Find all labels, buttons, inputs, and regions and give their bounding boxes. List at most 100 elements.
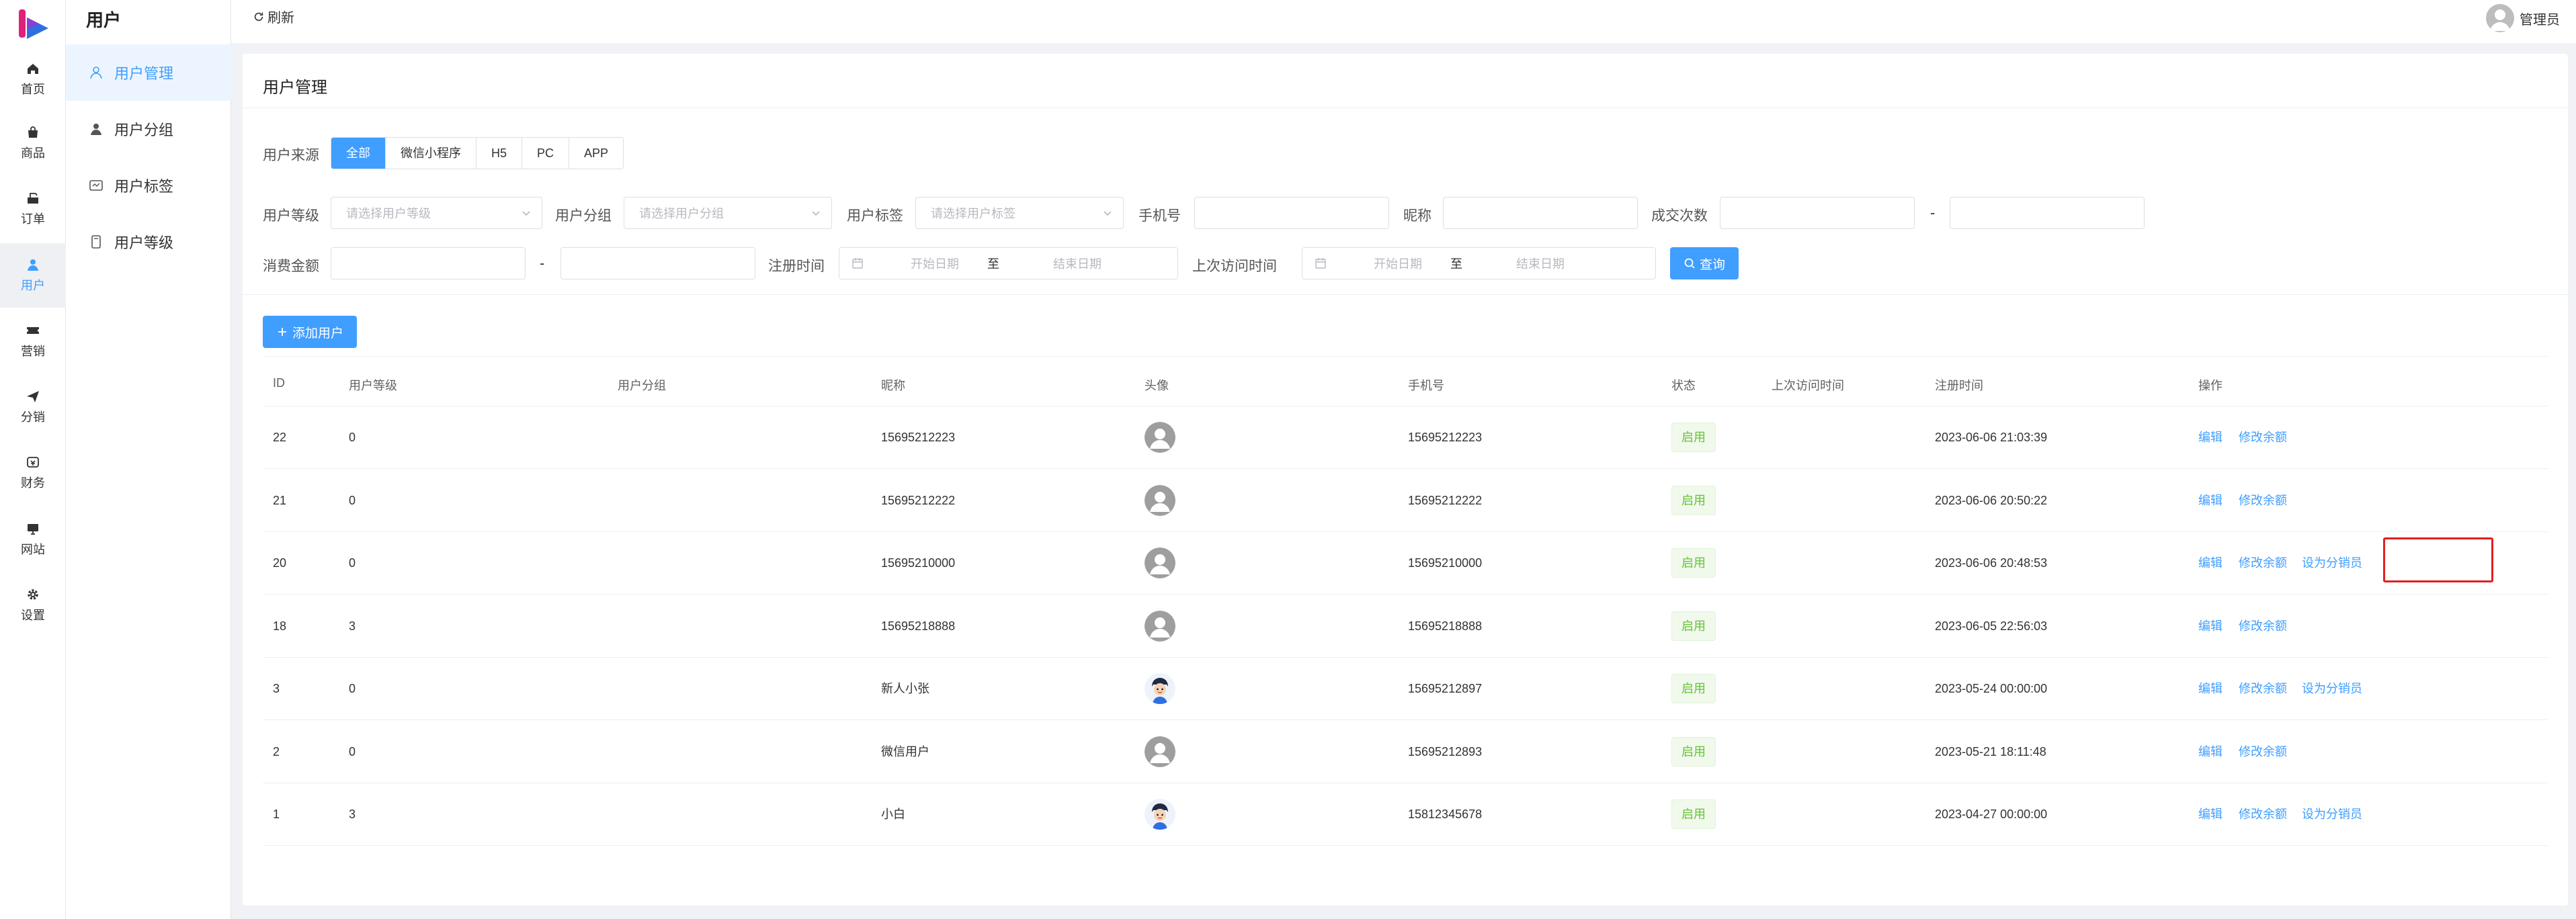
gear-icon — [28, 589, 38, 600]
range-dash: - — [1930, 204, 1936, 221]
spend-min-input[interactable] — [331, 247, 526, 279]
avatar — [1145, 484, 1175, 516]
edit-balance-link[interactable]: 修改余额 — [2239, 721, 2287, 783]
last-visit-label: 上次访问时间 — [1192, 259, 1277, 274]
tag-select[interactable]: 请选择用户标签 — [915, 197, 1124, 229]
add-user-button[interactable]: 添加用户 — [263, 316, 358, 348]
nickname-input[interactable] — [1443, 197, 1638, 229]
group-select[interactable]: 请选择用户分组 — [624, 197, 832, 229]
phone-label: 手机号 — [1138, 208, 1181, 224]
start-date-placeholder: 开始日期 — [1374, 257, 1422, 271]
finance-icon — [27, 457, 39, 468]
status-badge: 启用 — [1671, 674, 1716, 703]
cell-level: 3 — [349, 807, 356, 821]
rail-item-5[interactable]: 分销 — [0, 375, 66, 439]
source-label: 用户来源 — [263, 148, 319, 163]
set-distributor-link[interactable]: 设为分销员 — [2302, 532, 2362, 595]
cell-nickname: 15695218888 — [881, 619, 956, 633]
admin-menu[interactable]: 管理员 — [2486, 4, 2560, 32]
subnav-item-0[interactable]: 用户管理 — [66, 44, 231, 101]
deals-max-input[interactable] — [1950, 197, 2145, 229]
avatar — [1145, 610, 1175, 642]
set-distributor-link[interactable]: 设为分销员 — [2302, 658, 2362, 720]
highlight-box — [2383, 537, 2493, 582]
edit-balance-link[interactable]: 修改余额 — [2239, 783, 2287, 846]
rail-item-2[interactable]: 订单 — [0, 177, 66, 241]
divider — [243, 107, 2568, 108]
tag-label: 用户标签 — [847, 208, 903, 224]
column-header: 昵称 — [881, 379, 905, 392]
edit-balance-link[interactable]: 修改余额 — [2239, 532, 2287, 595]
ticket-icon — [27, 327, 39, 334]
edit-balance-link[interactable]: 修改余额 — [2239, 595, 2287, 658]
edit-balance-link[interactable]: 修改余额 — [2239, 658, 2287, 720]
edit-balance-link[interactable]: 修改余额 — [2239, 406, 2287, 469]
edit-link[interactable]: 编辑 — [2198, 532, 2222, 595]
cell-id: 1 — [273, 807, 280, 821]
rail-item-8[interactable]: 设置 — [0, 573, 66, 638]
column-header: 头像 — [1145, 379, 1169, 392]
subnav-item-label: 用户标签 — [114, 178, 174, 195]
rail-item-3[interactable]: 用户 — [0, 243, 66, 308]
last-visit-range[interactable]: 开始日期 至 结束日期 — [1302, 247, 1656, 279]
cell-nickname: 15695212222 — [881, 493, 956, 507]
edit-link[interactable]: 编辑 — [2198, 721, 2222, 783]
column-header: 状态 — [1671, 379, 1696, 392]
status-badge: 启用 — [1671, 611, 1716, 641]
home-icon — [28, 64, 38, 74]
cell-phone: 15695212223 — [1408, 431, 1483, 444]
send-icon — [27, 391, 39, 402]
rail-item-6[interactable]: 财务 — [0, 441, 66, 505]
subnav-item-2[interactable]: 用户标签 — [66, 157, 231, 214]
level-label: 用户等级 — [263, 208, 319, 224]
search-icon — [1684, 258, 1695, 269]
cell-reg-time: 2023-04-27 00:00:00 — [1935, 807, 2048, 821]
reg-time-range[interactable]: 开始日期 至 结束日期 — [839, 247, 1178, 279]
edit-link[interactable]: 编辑 — [2198, 406, 2222, 469]
rail-item-1[interactable]: 商品 — [0, 111, 66, 175]
start-date-placeholder: 开始日期 — [911, 257, 959, 271]
cell-level: 3 — [349, 619, 356, 633]
source-option[interactable]: 全部 — [331, 138, 386, 169]
subnav-item-3[interactable]: 用户等级 — [66, 214, 231, 270]
cell-reg-time: 2023-06-06 21:03:39 — [1935, 431, 2048, 444]
edit-link[interactable]: 编辑 — [2198, 595, 2222, 658]
spend-label: 消费金额 — [263, 259, 319, 274]
spend-max-input[interactable] — [560, 247, 755, 279]
cell-nickname: 15695212223 — [881, 431, 956, 444]
level-select[interactable]: 请选择用户等级 — [331, 197, 542, 229]
edit-link[interactable]: 编辑 — [2198, 783, 2222, 846]
source-option[interactable]: 微信小程序 — [386, 138, 476, 169]
range-dash: - — [540, 255, 545, 271]
range-separator: 至 — [1450, 257, 1462, 271]
plus-icon — [278, 328, 286, 336]
topbar: 刷新 管理员 — [231, 0, 2576, 43]
query-button[interactable]: 查询 — [1670, 247, 1739, 279]
set-distributor-link[interactable]: 设为分销员 — [2302, 783, 2362, 846]
status-badge: 启用 — [1671, 548, 1716, 578]
divider — [243, 294, 2568, 295]
tag-icon — [89, 180, 103, 191]
table-row: 3 0 新人小张 15695212897 启用 2023-05-24 00:00:00 编辑… — [263, 658, 2548, 720]
rail-item-4[interactable]: 营销 — [0, 309, 66, 374]
cell-reg-time: 2023-06-06 20:50:22 — [1935, 493, 2048, 507]
cell-id: 20 — [273, 556, 287, 570]
subnav-item-1[interactable]: 用户分组 — [66, 101, 231, 157]
source-option[interactable]: H5 — [476, 138, 523, 169]
edit-balance-link[interactable]: 修改余额 — [2239, 470, 2287, 532]
bag-icon — [28, 126, 38, 138]
source-option[interactable]: APP — [569, 138, 624, 169]
cell-phone: 15812345678 — [1408, 807, 1483, 821]
deals-min-input[interactable] — [1720, 197, 1915, 229]
edit-link[interactable]: 编辑 — [2198, 658, 2222, 720]
table-row: 20 0 15695210000 15695210000 启用 2023-06-06 20… — [263, 532, 2548, 595]
cell-level: 0 — [349, 493, 356, 507]
edit-link[interactable]: 编辑 — [2198, 470, 2222, 532]
column-header: 用户等级 — [349, 379, 397, 392]
refresh-button[interactable]: 刷新 — [253, 7, 294, 26]
phone-input[interactable] — [1194, 197, 1389, 229]
rail-item-0[interactable]: 首页 — [0, 47, 66, 112]
source-option[interactable]: PC — [522, 138, 570, 169]
calendar-icon — [1315, 258, 1326, 269]
rail-item-7[interactable]: 网站 — [0, 507, 66, 572]
